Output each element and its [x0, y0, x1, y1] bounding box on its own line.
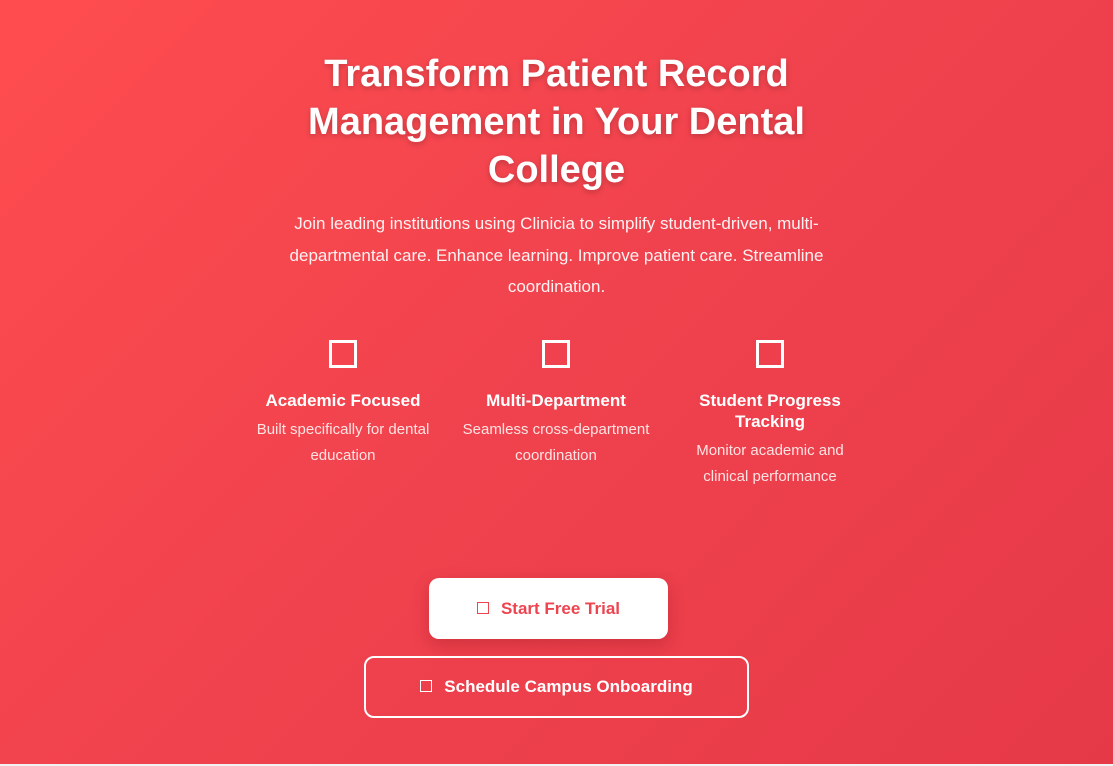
hero-section: Transform Patient Record Management in Y… — [0, 0, 1113, 766]
schedule-onboarding-button[interactable]: Schedule Campus Onboarding — [364, 656, 749, 718]
feature-student-progress-tracking: Student Progress Tracking Monitor academ… — [676, 340, 864, 490]
feature-title: Academic Focused — [265, 391, 421, 410]
hero-subtext: Join leading institutions using Clinicia… — [289, 214, 824, 296]
square-outline-icon — [542, 340, 570, 368]
feature-description: Monitor academic and clinical performanc… — [696, 442, 844, 485]
start-free-trial-label: Start Free Trial — [500, 598, 621, 618]
square-outline-icon — [420, 680, 433, 692]
square-outline-icon — [756, 340, 784, 368]
feature-title: Multi-Department — [486, 391, 626, 410]
square-outline-icon — [476, 601, 489, 614]
start-free-trial-button[interactable]: Start Free Trial — [429, 578, 668, 639]
schedule-onboarding-label: Schedule Campus Onboarding — [444, 677, 693, 696]
feature-academic-focused: Academic Focused Built specifically for … — [248, 340, 438, 469]
feature-title: Student Progress Tracking — [699, 391, 841, 431]
feature-multi-department: Multi-Department Seamless cross-departme… — [462, 340, 650, 469]
feature-description: Built specifically for dental education — [256, 421, 430, 464]
square-outline-icon — [329, 340, 357, 368]
hero-headline: Transform Patient Record Management in Y… — [308, 53, 805, 191]
feature-description: Seamless cross-department coordination — [462, 421, 650, 464]
